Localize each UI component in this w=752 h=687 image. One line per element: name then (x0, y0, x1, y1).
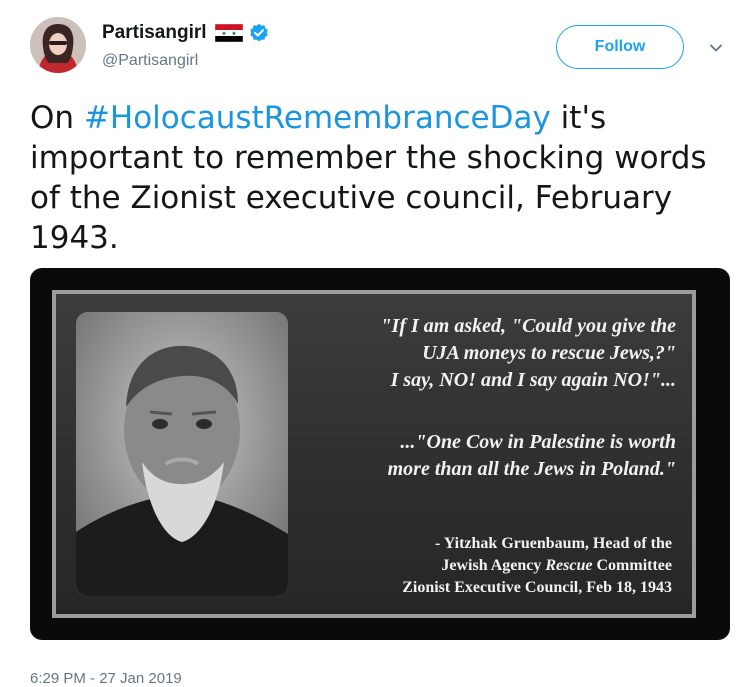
user-handle[interactable]: @Partisangirl (102, 52, 198, 70)
hashtag-link[interactable]: #HolocaustRemembranceDay (84, 100, 551, 136)
quote-plaque: "If I am asked, "Could you give the UJA … (52, 290, 696, 618)
chevron-down-icon[interactable] (708, 40, 724, 56)
attribution-line: Zionist Executive Council, Feb 18, 1943 (402, 579, 672, 596)
quote-attribution: - Yitzhak Gruenbaum, Head of the Jewish … (300, 533, 672, 599)
display-name[interactable]: Partisangirl (102, 22, 207, 44)
attribution-line: Jewish Agency Rescue Committee (300, 555, 672, 577)
follow-button[interactable]: Follow (556, 25, 684, 69)
quote-line: I say, NO! and I say again NO!"... (390, 369, 676, 391)
quote-line: "If I am asked, "Could you give the (380, 315, 676, 337)
tweet-text-before: On (30, 100, 84, 136)
quote-gap (300, 394, 676, 429)
name-row: Partisangirl (102, 20, 269, 46)
avatar-image (30, 17, 86, 73)
attribution-text: Committee (592, 557, 672, 574)
quote-text: "If I am asked, "Could you give the UJA … (300, 313, 676, 483)
attribution-line: - Yitzhak Gruenbaum, Head of the (434, 535, 672, 552)
portrait-photo (76, 312, 288, 596)
avatar[interactable] (30, 17, 86, 73)
tweet-timestamp[interactable]: 6:29 PM - 27 Jan 2019 (30, 670, 182, 687)
attribution-text: Jewish Agency (441, 557, 546, 574)
tweet-text: On #HolocaustRemembranceDay it's importa… (30, 98, 730, 258)
quote-line: ..."One Cow in Palestine is worth (400, 431, 676, 453)
syria-flag-icon (214, 23, 243, 43)
attribution-italic: Rescue (545, 557, 593, 574)
quote-line: more than all the Jews in Poland." (387, 458, 676, 480)
quote-line: UJA moneys to rescue Jews,?" (422, 342, 676, 364)
tweet-media-image[interactable]: "If I am asked, "Could you give the UJA … (30, 268, 730, 640)
verified-badge-icon (249, 23, 269, 43)
